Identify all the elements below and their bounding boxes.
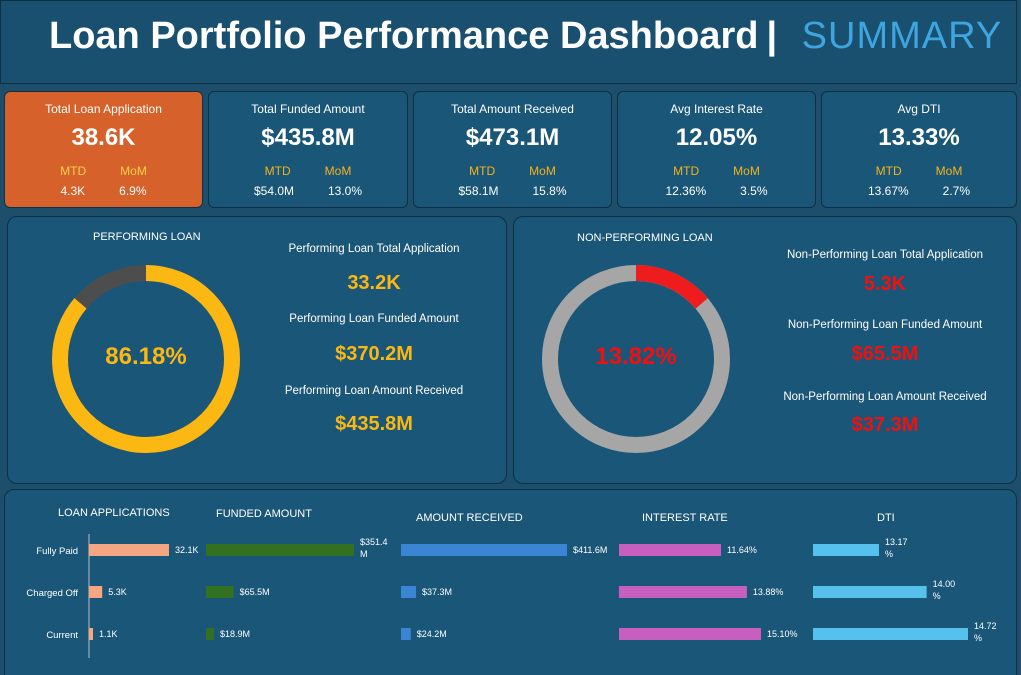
bar — [619, 628, 761, 640]
non-performing-loan-panel: NON-PERFORMING LOAN 13.82% Non-Performin… — [513, 216, 1017, 484]
bar-value-label: % — [974, 633, 982, 643]
kpi-value: 12.05% — [675, 124, 758, 151]
bar-value-label: M — [360, 549, 368, 559]
kpi-mom-value: 6.9% — [119, 184, 147, 198]
bar-value-label: $411.6M — [573, 545, 607, 555]
kpi-mtd-label: MTD — [264, 164, 291, 178]
performing-funded-value: $370.2M — [335, 343, 413, 365]
bar-value-label: $351.4 — [360, 537, 388, 547]
bar — [401, 544, 567, 556]
bar-value-label: 14.00 — [933, 579, 956, 589]
kpi-mtd-value: 13.67% — [867, 184, 909, 198]
non-performing-app-value: 5.3K — [863, 273, 907, 295]
performing-loan-title: PERFORMING LOAN — [93, 231, 201, 243]
bar-value-label: 1.1K — [99, 629, 118, 639]
kpi-card-total-funded-amount: Total Funded Amount $435.8M MTD MoM $54.0… — [208, 91, 408, 208]
kpi-mom-value: 13.0% — [328, 184, 363, 198]
bar-value-label: 5.3K — [108, 587, 127, 597]
kpi-card-avg-interest-rate: Avg Interest Rate 12.05% MTD MoM 12.36% 3.… — [617, 91, 816, 208]
breakdown-bar-charts: Fully Paid Charged Off Current 32.1K 5.3K 1.1… — [26, 534, 997, 658]
bar-value-label: 13.17 — [885, 537, 908, 547]
kpi-mtd-label: MTD — [60, 164, 87, 178]
kpi-mom-label: MoM — [733, 164, 760, 178]
non-performing-received-value: $37.3M — [851, 414, 919, 436]
bar-value-label: 13.88% — [753, 587, 784, 597]
bar — [206, 586, 234, 598]
page-title-main: Loan Portfolio Performance Dashboard — [49, 15, 759, 57]
bar-value-label: $37.3M — [422, 587, 452, 597]
bar-value-label: 14.72 — [974, 621, 997, 631]
bar — [206, 544, 354, 556]
bar — [813, 586, 927, 598]
kpi-mom-label: MoM — [935, 164, 963, 178]
bar — [619, 586, 747, 598]
bar-value-label: $24.2M — [417, 629, 447, 639]
non-performing-loan-title: NON-PERFORMING LOAN — [577, 232, 713, 244]
non-performing-app-label: Non-Performing Loan Total Application — [786, 249, 984, 261]
bar-value-label: 11.64% — [727, 545, 757, 555]
kpi-value: 13.33% — [878, 124, 960, 151]
kpi-mom-label: MoM — [120, 164, 147, 178]
performing-percent: 86.18% — [105, 343, 187, 370]
kpi-mtd-value: 12.36% — [665, 184, 707, 198]
non-performing-funded-value: $65.5M — [851, 343, 919, 365]
kpi-mtd-value: 4.3K — [60, 184, 86, 198]
page-subtitle: SUMMARY — [801, 15, 1003, 57]
performing-received-label: Performing Loan Amount Received — [284, 385, 464, 397]
bar-value-label: 15.10% — [767, 629, 798, 639]
category-label: Charged Off — [26, 588, 78, 599]
kpi-label: Total Loan Application — [45, 102, 162, 116]
bar-value-label: $65.5M — [240, 587, 270, 597]
kpi-mom-value: 15.8% — [532, 184, 567, 198]
title-bar: Loan Portfolio Performance Dashboard | SU… — [0, 0, 1017, 84]
bar — [89, 628, 93, 640]
page-title: Loan Portfolio Performance Dashboard | SU… — [49, 15, 1002, 58]
kpi-label: Total Funded Amount — [251, 102, 365, 116]
bar-value-label: % — [933, 591, 941, 601]
bar — [401, 586, 417, 598]
bar — [619, 544, 721, 556]
bar — [401, 628, 411, 640]
kpi-label: Avg Interest Rate — [670, 102, 763, 116]
kpi-value: 38.6K — [71, 124, 136, 151]
bar-value-label: $18.9M — [220, 629, 250, 639]
kpi-card-avg-dti: Avg DTI 13.33% MTD MoM 13.67% 2.7% — [821, 91, 1017, 208]
kpi-mtd-label: MTD — [875, 164, 902, 178]
bar — [89, 586, 103, 598]
kpi-value: $435.8M — [261, 124, 355, 151]
kpi-label: Avg DTI — [897, 102, 941, 116]
bar-value-label: % — [885, 549, 893, 559]
performing-app-label: Performing Loan Total Application — [288, 243, 460, 255]
performing-loan-panel: PERFORMING LOAN 86.18% Performing Loan T… — [7, 216, 507, 484]
non-performing-percent: 13.82% — [595, 343, 677, 370]
kpi-label: Total Amount Received — [451, 102, 574, 116]
kpi-mom-label: MoM — [324, 164, 352, 178]
title-separator: | — [766, 15, 778, 57]
performing-received-value: $435.8M — [335, 413, 413, 435]
breakdown-panel: LOAN APPLICATIONS FUNDED AMOUNT AMOUNT R… — [4, 489, 1017, 675]
kpi-mtd-value: $54.0M — [253, 184, 294, 198]
bar — [813, 544, 879, 556]
kpi-mom-label: MoM — [529, 164, 556, 178]
non-performing-received-label: Non-Performing Loan Amount Received — [783, 391, 987, 403]
performing-app-value: 33.2K — [347, 272, 401, 294]
bar-value-label: 32.1K — [175, 545, 199, 555]
kpi-value: $473.1M — [465, 124, 560, 151]
kpi-mom-value: 2.7% — [942, 184, 971, 198]
bar — [89, 544, 169, 556]
non-performing-funded-label: Non-Performing Loan Funded Amount — [787, 319, 983, 331]
category-label: Fully Paid — [36, 546, 78, 557]
kpi-card-total-loan-application: Total Loan Application 38.6K MTD MoM 4.3K… — [4, 91, 203, 208]
performing-funded-label: Performing Loan Funded Amount — [289, 313, 459, 325]
kpi-mom-value: 3.5% — [740, 184, 768, 198]
category-label: Current — [46, 630, 78, 641]
bar — [813, 628, 968, 640]
kpi-mtd-label: MTD — [469, 164, 496, 178]
kpi-card-total-amount-received: Total Amount Received $473.1M MTD MoM $58… — [413, 91, 612, 208]
kpi-mtd-label: MTD — [673, 164, 700, 178]
kpi-mtd-value: $58.1M — [458, 184, 499, 198]
bar — [206, 628, 214, 640]
